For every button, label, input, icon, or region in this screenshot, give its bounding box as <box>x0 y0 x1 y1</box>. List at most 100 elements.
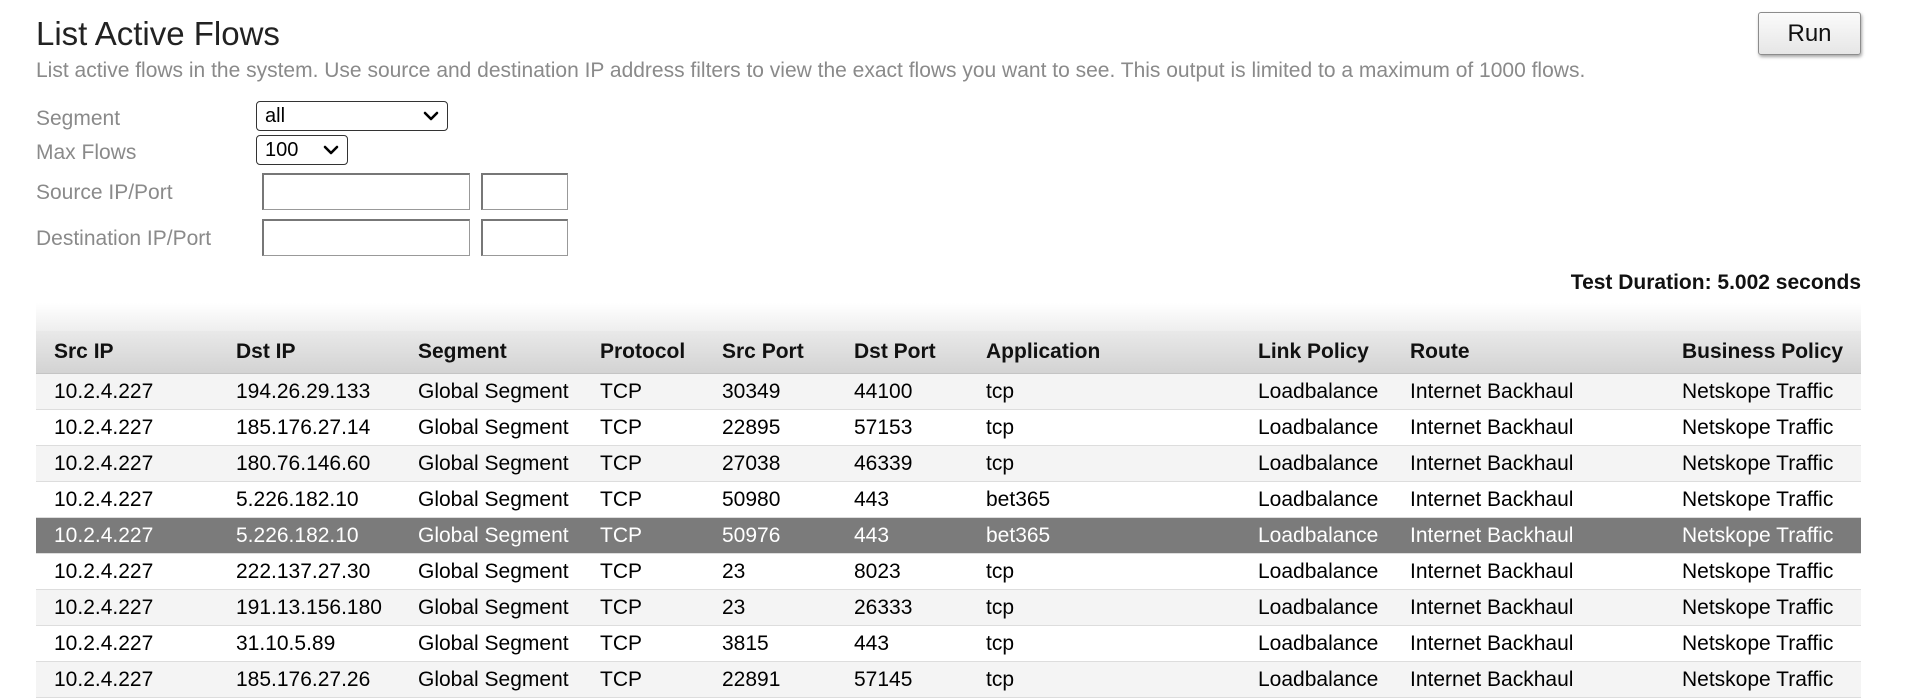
table-cell-route: Internet Backhaul <box>1392 409 1664 446</box>
table-cell-application: tcp <box>968 373 1240 410</box>
table-cell-src-port: 23 <box>704 589 836 626</box>
table-cell-src-port: 50976 <box>704 517 836 554</box>
table-cell-src-ip: 10.2.4.227 <box>36 553 218 590</box>
table-cell-application: tcp <box>968 661 1240 698</box>
table-cell-dst-port: 26333 <box>836 589 968 626</box>
source-ip-input[interactable] <box>262 173 470 210</box>
table-row[interactable]: 10.2.4.227 222.137.27.30 Global Segment TCP… <box>36 553 1861 590</box>
segment-select-value: all <box>265 105 286 127</box>
column-header-src-port[interactable]: Src Port <box>704 331 836 374</box>
table-cell-dst-port: 46339 <box>836 445 968 482</box>
destination-ip-input[interactable] <box>262 219 470 256</box>
table-cell-business-policy: Netskope Traffic <box>1664 445 1861 482</box>
table-cell-business-policy: Netskope Traffic <box>1664 661 1861 698</box>
segment-label: Segment <box>36 107 121 130</box>
table-cell-protocol: TCP <box>582 517 704 554</box>
table-cell-route: Internet Backhaul <box>1392 517 1664 554</box>
chevron-down-icon <box>423 111 439 121</box>
table-cell-src-ip: 10.2.4.227 <box>36 517 218 554</box>
table-cell-dst-ip: 185.176.27.14 <box>218 409 400 446</box>
table-cell-application: tcp <box>968 553 1240 590</box>
table-cell-business-policy: Netskope Traffic <box>1664 373 1861 410</box>
column-header-src-ip[interactable]: Src IP <box>36 331 218 374</box>
table-header-row: Src IP Dst IP Segment Protocol Src Port Dst P… <box>36 331 1861 374</box>
column-header-application[interactable]: Application <box>968 331 1240 374</box>
table-row[interactable]: 10.2.4.227 180.76.146.60 Global Segment TCP… <box>36 445 1861 482</box>
column-header-protocol[interactable]: Protocol <box>582 331 704 374</box>
table-cell-src-port: 22895 <box>704 409 836 446</box>
table-cell-src-port: 27038 <box>704 445 836 482</box>
table-cell-protocol: TCP <box>582 661 704 698</box>
table-cell-business-policy: Netskope Traffic <box>1664 589 1861 626</box>
table-row[interactable]: 10.2.4.227 185.176.27.26 Global Segment TCP… <box>36 661 1861 698</box>
table-cell-link-policy: Loadbalance <box>1240 553 1392 590</box>
table-cell-link-policy: Loadbalance <box>1240 625 1392 662</box>
table-cell-segment: Global Segment <box>400 517 582 554</box>
table-row[interactable]: 10.2.4.227 185.176.27.14 Global Segment TCP… <box>36 409 1861 446</box>
table-cell-dst-ip: 31.10.5.89 <box>218 625 400 662</box>
run-button[interactable]: Run <box>1758 12 1861 55</box>
column-header-route[interactable]: Route <box>1392 331 1664 374</box>
table-cell-src-port: 3815 <box>704 625 836 662</box>
table-cell-dst-port: 44100 <box>836 373 968 410</box>
table-cell-dst-port: 8023 <box>836 553 968 590</box>
column-header-dst-ip[interactable]: Dst IP <box>218 331 400 374</box>
page-title: List Active Flows <box>36 15 280 52</box>
column-header-link-policy[interactable]: Link Policy <box>1240 331 1392 374</box>
table-row[interactable]: 10.2.4.227 31.10.5.89 Global Segment TCP 381… <box>36 625 1861 662</box>
page-description: List active flows in the system. Use sou… <box>36 59 1586 82</box>
table-cell-business-policy: Netskope Traffic <box>1664 517 1861 554</box>
table-cell-src-ip: 10.2.4.227 <box>36 661 218 698</box>
max-flows-select-value: 100 <box>265 139 299 161</box>
table-cell-protocol: TCP <box>582 625 704 662</box>
table-row[interactable]: 10.2.4.227 191.13.156.180 Global Segment TC… <box>36 589 1861 626</box>
table-cell-dst-ip: 194.26.29.133 <box>218 373 400 410</box>
column-header-dst-port[interactable]: Dst Port <box>836 331 968 374</box>
table-cell-protocol: TCP <box>582 589 704 626</box>
table-cell-src-port: 22891 <box>704 661 836 698</box>
table-cell-src-port: 50980 <box>704 481 836 518</box>
table-cell-segment: Global Segment <box>400 625 582 662</box>
table-cell-src-ip: 10.2.4.227 <box>36 589 218 626</box>
table-cell-link-policy: Loadbalance <box>1240 445 1392 482</box>
table-cell-dst-ip: 180.76.146.60 <box>218 445 400 482</box>
column-header-business-policy[interactable]: Business Policy <box>1664 331 1861 374</box>
table-row[interactable]: 10.2.4.227 5.226.182.10 Global Segment TCP 5… <box>36 481 1861 518</box>
table-cell-dst-ip: 222.137.27.30 <box>218 553 400 590</box>
table-cell-dst-ip: 5.226.182.10 <box>218 481 400 518</box>
table-cell-segment: Global Segment <box>400 589 582 626</box>
table-cell-route: Internet Backhaul <box>1392 481 1664 518</box>
column-header-segment[interactable]: Segment <box>400 331 582 374</box>
table-cell-business-policy: Netskope Traffic <box>1664 409 1861 446</box>
table-cell-src-ip: 10.2.4.227 <box>36 481 218 518</box>
destination-port-input[interactable] <box>481 219 568 256</box>
table-cell-dst-ip: 191.13.156.180 <box>218 589 400 626</box>
table-cell-segment: Global Segment <box>400 445 582 482</box>
table-cell-application: tcp <box>968 625 1240 662</box>
table-cell-route: Internet Backhaul <box>1392 445 1664 482</box>
table-cell-src-port: 23 <box>704 553 836 590</box>
table-cell-business-policy: Netskope Traffic <box>1664 481 1861 518</box>
table-toolbar-band <box>36 303 1861 331</box>
table-cell-route: Internet Backhaul <box>1392 661 1664 698</box>
table-row[interactable]: 10.2.4.227 194.26.29.133 Global Segment TCP… <box>36 373 1861 410</box>
table-row[interactable]: 10.2.4.227 5.226.182.10 Global Segment TCP 5… <box>36 517 1861 554</box>
table-cell-src-ip: 10.2.4.227 <box>36 373 218 410</box>
table-cell-protocol: TCP <box>582 409 704 446</box>
table-cell-application: tcp <box>968 409 1240 446</box>
table-cell-segment: Global Segment <box>400 481 582 518</box>
max-flows-select[interactable]: 100 <box>256 135 348 165</box>
table-cell-application: bet365 <box>968 481 1240 518</box>
table-cell-link-policy: Loadbalance <box>1240 373 1392 410</box>
table-cell-link-policy: Loadbalance <box>1240 661 1392 698</box>
table-cell-link-policy: Loadbalance <box>1240 481 1392 518</box>
table-cell-route: Internet Backhaul <box>1392 625 1664 662</box>
source-port-input[interactable] <box>481 173 568 210</box>
table-cell-segment: Global Segment <box>400 409 582 446</box>
table-cell-src-port: 30349 <box>704 373 836 410</box>
segment-select[interactable]: all <box>256 101 448 131</box>
table-cell-dst-port: 443 <box>836 625 968 662</box>
table-cell-protocol: TCP <box>582 373 704 410</box>
table-cell-dst-ip: 5.226.182.10 <box>218 517 400 554</box>
table-cell-src-ip: 10.2.4.227 <box>36 409 218 446</box>
